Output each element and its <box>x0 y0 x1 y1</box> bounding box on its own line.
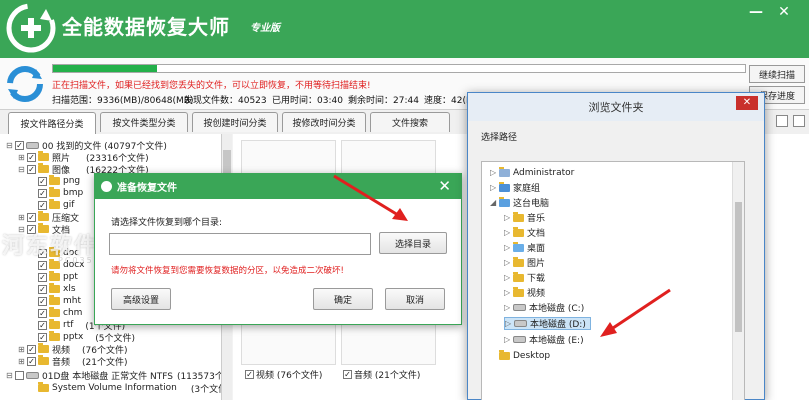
scan-refresh-icon <box>7 66 43 102</box>
homegroup-icon <box>499 181 510 192</box>
browse-tree: ▷ Administrator ▷ 家庭组 ◢ 这台电脑 ▷ 音乐 ▷ 文档 ▷ 桌面 ▷ 图… <box>481 161 745 400</box>
collapse-icon[interactable]: ⊟ <box>6 141 14 150</box>
tab-by-path[interactable]: 按文件路径分类 <box>8 112 96 134</box>
desktop-folder-icon <box>513 241 524 252</box>
tree-archive[interactable]: ⊞ ✓ 压缩文 <box>18 211 79 224</box>
tab-by-type[interactable]: 按文件类型分类 <box>100 112 188 132</box>
drive-e-icon <box>513 336 526 343</box>
node-music[interactable]: ▷ 音乐 <box>504 211 545 224</box>
browse-path-label: 选择路径 <box>481 133 518 143</box>
browse-title: 浏览文件夹 <box>588 101 644 114</box>
pictures-folder-icon <box>513 256 524 267</box>
browse-folder-dialog: 浏览文件夹 ✕ 选择路径 ▷ Administrator ▷ 家庭组 ◢ 这台电脑 ▷… <box>467 92 765 400</box>
recover-path-input[interactable] <box>109 233 371 255</box>
tree-xls[interactable]: ✓ xls <box>38 283 76 295</box>
elapsed-time: 已用时间：03:40 <box>272 96 343 106</box>
tree-video[interactable]: ⊞ ✓ 视频 (76个文件) <box>18 343 128 356</box>
node-disk-d[interactable]: ▷ 本地磁盘 (D:) <box>504 317 591 330</box>
tree-ppt[interactable]: ✓ ppt <box>38 271 78 283</box>
dialog-title: 准备恢复文件 <box>117 183 177 194</box>
downloads-folder-icon <box>513 271 524 282</box>
node-disk-c[interactable]: ▷ 本地磁盘 (C:) <box>504 301 584 314</box>
tree-png[interactable]: ✓ png <box>38 175 80 187</box>
browse-title-bar: 浏览文件夹 ✕ <box>468 93 764 121</box>
continue-scan-button[interactable]: 继续扫描 <box>749 65 805 83</box>
browse-scroll-thumb[interactable] <box>735 202 742 332</box>
tree-pptx[interactable]: ✓ pptx (5个文件) <box>38 331 135 344</box>
music-folder-icon <box>513 211 524 222</box>
cancel-button[interactable]: 取消 <box>385 288 445 310</box>
tree-svi[interactable]: System Volume Information (3个文件) <box>38 382 231 395</box>
node-downloads[interactable]: ▷ 下载 <box>504 271 545 284</box>
node-videos[interactable]: ▷ 视频 <box>504 286 545 299</box>
node-desktop[interactable]: Desktop <box>490 349 550 362</box>
node-homegroup[interactable]: ▷ 家庭组 <box>490 181 540 194</box>
tree-photos[interactable]: ⊞ ✓ 照片 (23316个文件) <box>18 151 149 164</box>
tree-gif[interactable]: ✓ gif <box>38 199 74 211</box>
edition-label: 专业版 <box>250 23 280 34</box>
app-header: 全能数据恢复大师 专业版 — ✕ <box>0 0 809 58</box>
tree-bmp[interactable]: ✓ bmp <box>38 187 83 199</box>
node-disk-e[interactable]: ▷ 本地磁盘 (E:) <box>504 333 584 346</box>
tree-disk-d[interactable]: ⊟ 01D盘 本地磁盘 正常文件 NTFS (113573个 <box>6 369 224 382</box>
node-this-pc[interactable]: ◢ 这台电脑 <box>490 196 549 209</box>
folder-icon <box>38 163 49 173</box>
caption-audio[interactable]: ✓ 音频 (21个文件) <box>343 368 420 381</box>
folder-icon <box>38 151 49 161</box>
found-count: 发现文件数：40523 <box>184 96 267 106</box>
dialog-title-bar: 准备恢复文件 ✕ <box>95 174 461 199</box>
desktop-icon <box>499 349 510 360</box>
tab-by-created[interactable]: 按创建时间分类 <box>192 112 278 132</box>
dialog-prompt: 请选择文件恢复到哪个目录: <box>111 218 223 228</box>
drive-d-icon <box>514 320 527 327</box>
scan-progress-fill <box>53 65 157 72</box>
scan-range: 扫描范围：9336(MB)/80648(MB) <box>52 96 194 106</box>
tree-mht[interactable]: ✓ mht <box>38 295 81 307</box>
minimize-button[interactable]: — <box>745 4 767 20</box>
select-directory-button[interactable]: 选择目录 <box>379 232 447 254</box>
node-desktop-folder[interactable]: ▷ 桌面 <box>504 241 545 254</box>
drive-c-icon <box>513 304 526 311</box>
tab-by-modified[interactable]: 按修改时间分类 <box>282 112 366 132</box>
computer-icon <box>499 196 510 207</box>
dialog-close-icon[interactable]: ✕ <box>438 177 451 195</box>
user-icon <box>499 166 510 177</box>
drive-icon <box>26 371 39 379</box>
browse-scrollbar[interactable] <box>732 162 744 400</box>
list-view-icon[interactable] <box>776 115 788 127</box>
remaining-time: 剩余时间：27:44 <box>348 96 419 106</box>
node-documents[interactable]: ▷ 文档 <box>504 226 545 239</box>
tree-chm[interactable]: ✓ chm <box>38 307 82 319</box>
close-button[interactable]: ✕ <box>773 4 795 20</box>
caption-video[interactable]: ✓ 视频 (76个文件) <box>245 368 322 381</box>
dialog-warning: 请勿将文件恢复到您需要恢复数据的分区，以免造成二次破坏! <box>111 266 344 276</box>
node-administrator[interactable]: ▷ Administrator <box>490 166 574 179</box>
app-title: 全能数据恢复大师 <box>62 15 230 39</box>
ok-button[interactable]: 确定 <box>313 288 373 310</box>
recover-dialog: 准备恢复文件 ✕ 请选择文件恢复到哪个目录: 选择目录 请勿将文件恢复到您需要恢… <box>94 173 462 325</box>
scan-progress-bar <box>52 64 746 73</box>
drive-icon <box>26 141 39 149</box>
node-pictures[interactable]: ▷ 图片 <box>504 256 545 269</box>
scan-warning: 正在扫描文件，如果已经找到您丢失的文件，可以立即恢复，不用等待扫描结束! <box>52 81 371 91</box>
app-logo-icon <box>6 3 56 53</box>
videos-folder-icon <box>513 286 524 297</box>
checkbox[interactable]: ✓ <box>15 140 24 150</box>
documents-folder-icon <box>513 226 524 237</box>
shield-icon <box>101 181 112 192</box>
tree-audio[interactable]: ⊞ ✓ 音频 (21个文件) <box>18 355 128 368</box>
detail-view-icon[interactable] <box>793 115 805 127</box>
browse-close-icon[interactable]: ✕ <box>736 96 758 110</box>
tab-search[interactable]: 文件搜索 <box>370 112 450 132</box>
advanced-settings-button[interactable]: 高级设置 <box>111 288 171 310</box>
tree-root[interactable]: ⊟ ✓ 00 找到的文件 (40797个文件) <box>6 139 167 152</box>
